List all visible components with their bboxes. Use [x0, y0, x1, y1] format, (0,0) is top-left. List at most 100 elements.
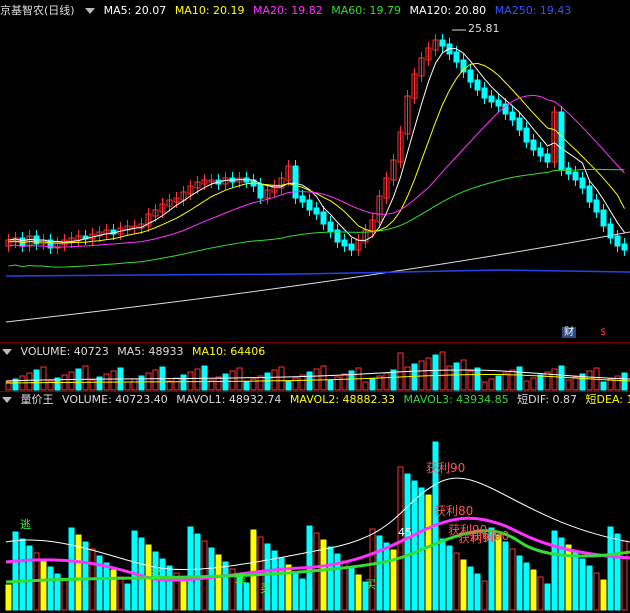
- indicator-bar: [110, 569, 117, 611]
- indicator-bar: [82, 541, 89, 611]
- volume-bar: [474, 367, 481, 391]
- candle: [327, 221, 334, 233]
- candle: [523, 127, 530, 143]
- volume-chart[interactable]: [0, 343, 630, 391]
- volume-bar: [411, 363, 418, 391]
- volume-bar: [264, 372, 271, 391]
- indicator-bar: [292, 571, 299, 611]
- candle: [572, 171, 579, 181]
- volume-bar: [68, 371, 75, 391]
- volume-bar: [404, 366, 411, 391]
- finance-badge[interactable]: 财: [562, 327, 576, 338]
- indicator-bar: [446, 545, 453, 611]
- indicator-bar: [537, 576, 544, 611]
- volume-bar: [467, 370, 474, 391]
- indicator-bar: [5, 584, 12, 611]
- candle: [586, 185, 593, 203]
- volume-bar: [82, 365, 89, 391]
- volume-bar: [306, 371, 313, 391]
- volume-bar: [285, 380, 292, 391]
- volume-bar: [425, 357, 432, 391]
- volume-bar: [187, 371, 194, 391]
- volume-bar: [243, 381, 250, 391]
- ma20-line: [8, 94, 625, 248]
- indicator-annotation: 买: [365, 578, 376, 591]
- volume-bar: [278, 366, 285, 391]
- indicator-panel[interactable]: 量价王 VOLUME: 40723.40 MAVOL1: 48932.74 MA…: [0, 392, 630, 613]
- volume-bar: [481, 381, 488, 391]
- volume-bar: [453, 362, 460, 391]
- volume-bar: [383, 372, 390, 391]
- indicator-bar: [495, 534, 502, 611]
- indicator-bar: [194, 533, 201, 611]
- volume-bar: [271, 369, 278, 391]
- volume-bar: [341, 373, 348, 391]
- indicator-annotation: 45: [398, 526, 412, 539]
- candle: [481, 87, 488, 99]
- dividend-badge[interactable]: $: [598, 327, 608, 338]
- volume-bar: [236, 367, 243, 391]
- candle: [313, 207, 320, 215]
- candle: [292, 165, 299, 199]
- volume-bar: [152, 369, 159, 391]
- indicator-bar: [40, 559, 47, 611]
- candle: [565, 167, 572, 175]
- price-panel[interactable]: 京基智农(日线) MA5: 20.07 MA10: 20.19 MA20: 19…: [0, 0, 630, 343]
- volume-bar: [390, 369, 397, 391]
- indicator-bar: [131, 530, 138, 611]
- volume-bar: [523, 380, 530, 391]
- volume-bar: [124, 381, 131, 391]
- candle: [544, 153, 551, 163]
- indicator-bar: [481, 580, 488, 611]
- candlestick-chart[interactable]: 25.81: [0, 0, 630, 343]
- candle: [467, 69, 474, 83]
- indicator-bar: [264, 543, 271, 611]
- indicator-bar: [460, 559, 467, 611]
- candle: [348, 243, 355, 251]
- volume-bar: [26, 372, 33, 391]
- indicator-bar: [376, 535, 383, 611]
- high-price-label: 25.81: [468, 22, 500, 35]
- volume-bar: [320, 365, 327, 391]
- indicator-annotation: 获利90: [470, 529, 509, 543]
- candle: [509, 111, 516, 121]
- volume-bar: [215, 376, 222, 391]
- indicator-bar: [614, 533, 621, 611]
- indicator-bar: [166, 565, 173, 611]
- candle: [614, 235, 621, 247]
- candle: [453, 51, 460, 63]
- volume-bar: [180, 374, 187, 391]
- indicator-bar: [47, 566, 54, 611]
- volume-bar: [621, 372, 628, 391]
- indicator-annotation: 逃: [235, 572, 246, 585]
- indicator-bar: [474, 573, 481, 611]
- indicator-bar: [530, 569, 537, 611]
- candle: [488, 95, 495, 103]
- candle: [558, 111, 565, 171]
- indicator-bar: [68, 527, 75, 611]
- candle: [600, 209, 607, 227]
- candle: [537, 147, 544, 157]
- indicator-chart[interactable]: 获利90获利80获利90获利90获利90逃买 逃45买买: [0, 392, 630, 613]
- indicator-bar: [271, 550, 278, 611]
- indicator-bar: [19, 538, 26, 611]
- candle: [306, 199, 313, 211]
- volume-bar: [222, 373, 229, 391]
- indicator-annotation: 买: [150, 568, 161, 581]
- indicator-bar: [439, 538, 446, 611]
- indicator-bar: [348, 567, 355, 611]
- indicator-bar: [607, 526, 614, 611]
- indicator-bar: [327, 546, 334, 611]
- indicator-bar: [250, 529, 257, 611]
- indicator-annotation: 获利90: [426, 461, 465, 475]
- volume-bar: [369, 378, 376, 391]
- indicator-bar: [516, 555, 523, 611]
- indicator-bar: [383, 542, 390, 611]
- indicator-bar: [600, 579, 607, 611]
- indicator-bar: [579, 558, 586, 611]
- volume-bar: [509, 369, 516, 391]
- volume-panel[interactable]: VOLUME: 40723 MA5: 48933 MA10: 64406: [0, 343, 630, 391]
- indicator-bar: [180, 579, 187, 611]
- volume-bar: [131, 378, 138, 391]
- indicator-bar: [187, 526, 194, 611]
